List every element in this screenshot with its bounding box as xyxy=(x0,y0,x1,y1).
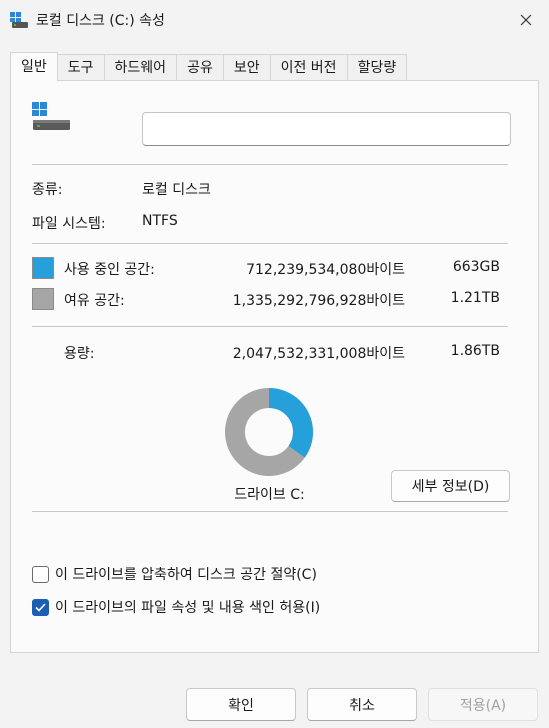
tab-previous-versions[interactable]: 이전 버전 xyxy=(270,54,348,81)
free-space-swatch xyxy=(32,288,54,310)
compress-option[interactable]: 이 드라이브를 압축하여 디스크 공간 절약(C) xyxy=(32,564,317,584)
compress-checkbox[interactable] xyxy=(32,565,49,583)
cancel-button[interactable]: 취소 xyxy=(307,688,417,721)
separator xyxy=(32,164,508,165)
compress-label: 이 드라이브를 압축하여 디스크 공간 절약(C) xyxy=(55,567,317,583)
window-title: 로컬 디스크 (C:) 속성 xyxy=(36,13,165,29)
index-label: 이 드라이브의 파일 속성 및 내용 색인 허용(I) xyxy=(55,600,321,616)
tab-strip: 일반 도구 하드웨어 공유 보안 이전 버전 할당량 xyxy=(10,52,408,81)
general-panel: 종류: 로컬 디스크 파일 시스템: NTFS 사용 중인 공간: 712,23… xyxy=(10,80,539,653)
used-space-swatch xyxy=(32,257,54,279)
file-system-value: NTFS xyxy=(142,213,178,229)
free-space-size: 1.21TB xyxy=(450,290,500,306)
tab-sharing[interactable]: 공유 xyxy=(177,54,224,81)
type-label: 종류: xyxy=(32,182,63,198)
file-system-label: 파일 시스템: xyxy=(32,216,106,232)
tab-security[interactable]: 보안 xyxy=(223,54,271,81)
usage-donut-chart xyxy=(225,388,313,476)
index-checkbox[interactable] xyxy=(32,598,49,616)
used-space-size: 663GB xyxy=(452,259,500,275)
details-button[interactable]: 세부 정보(D) xyxy=(391,470,510,502)
drive-name-input[interactable] xyxy=(142,112,511,146)
close-icon xyxy=(520,14,532,26)
check-icon xyxy=(35,602,46,612)
free-space-bytes: 1,335,292,796,928바이트 xyxy=(232,293,405,309)
ok-button[interactable]: 확인 xyxy=(186,688,296,721)
close-button[interactable] xyxy=(503,0,549,40)
capacity-label: 용량: xyxy=(64,346,95,362)
separator xyxy=(32,511,508,512)
drive-icon xyxy=(32,102,70,130)
used-space-label: 사용 중인 공간: xyxy=(64,262,155,278)
title-bar: 로컬 디스크 (C:) 속성 xyxy=(0,0,549,40)
free-space-label: 여유 공간: xyxy=(64,293,125,309)
tab-general[interactable]: 일반 xyxy=(10,52,58,81)
drive-icon xyxy=(10,12,28,28)
capacity-bytes: 2,047,532,331,008바이트 xyxy=(232,346,405,362)
tab-tools[interactable]: 도구 xyxy=(57,54,105,81)
index-option[interactable]: 이 드라이브의 파일 속성 및 내용 색인 허용(I) xyxy=(32,597,320,617)
separator xyxy=(32,243,508,244)
tab-hardware[interactable]: 하드웨어 xyxy=(104,54,178,81)
type-value: 로컬 디스크 xyxy=(142,182,211,198)
used-space-bytes: 712,239,534,080바이트 xyxy=(246,262,405,278)
tab-quota[interactable]: 할당량 xyxy=(347,54,408,81)
separator xyxy=(32,326,508,327)
capacity-size: 1.86TB xyxy=(450,343,500,359)
apply-button[interactable]: 적용(A) xyxy=(428,688,538,721)
